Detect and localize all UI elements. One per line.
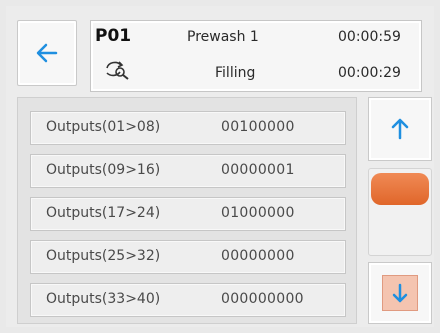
arrow-down-icon <box>392 283 408 303</box>
scroll-up-button[interactable] <box>368 97 432 161</box>
step-time: 00:00:59 <box>338 29 401 45</box>
output-range-label: Outputs(33>40) <box>46 291 161 307</box>
step-name: Prewash 1 <box>187 29 259 45</box>
scroll-down-button[interactable] <box>368 262 432 324</box>
arrow-up-icon <box>391 118 409 140</box>
output-bits: 01000000 <box>221 205 295 221</box>
output-range-label: Outputs(25>32) <box>46 248 161 264</box>
state-label: Filling <box>215 65 256 81</box>
scrollbar-thumb[interactable] <box>371 173 429 205</box>
output-row[interactable]: Outputs(25>32) 00000000 <box>30 240 346 274</box>
output-row[interactable]: Outputs(17>24) 01000000 <box>30 197 346 231</box>
output-bits: 000000000 <box>221 291 304 307</box>
output-range-label: Outputs(01>08) <box>46 119 161 135</box>
scrollbar-track[interactable] <box>368 168 432 256</box>
state-time: 00:00:29 <box>338 65 401 81</box>
cycle-search-icon <box>106 61 129 80</box>
output-bits: 00100000 <box>221 119 295 135</box>
output-row[interactable]: Outputs(01>08) 00100000 <box>30 111 346 145</box>
scroll-down-highlight <box>382 275 418 311</box>
output-bits: 00000000 <box>221 248 295 264</box>
output-bits: 00000001 <box>221 162 295 178</box>
output-row[interactable]: Outputs(33>40) 000000000 <box>30 283 346 317</box>
arrow-left-icon <box>36 43 58 63</box>
program-code: P01 <box>95 26 132 46</box>
output-range-label: Outputs(17>24) <box>46 205 161 221</box>
back-button[interactable] <box>17 20 77 86</box>
output-range-label: Outputs(09>16) <box>46 162 161 178</box>
output-row[interactable]: Outputs(09>16) 00000001 <box>30 154 346 188</box>
outputs-list: Outputs(01>08) 00100000 Outputs(09>16) 0… <box>17 97 357 324</box>
program-status-panel: P01 Prewash 1 00:00:59 Filling 00:00:29 <box>90 20 422 92</box>
